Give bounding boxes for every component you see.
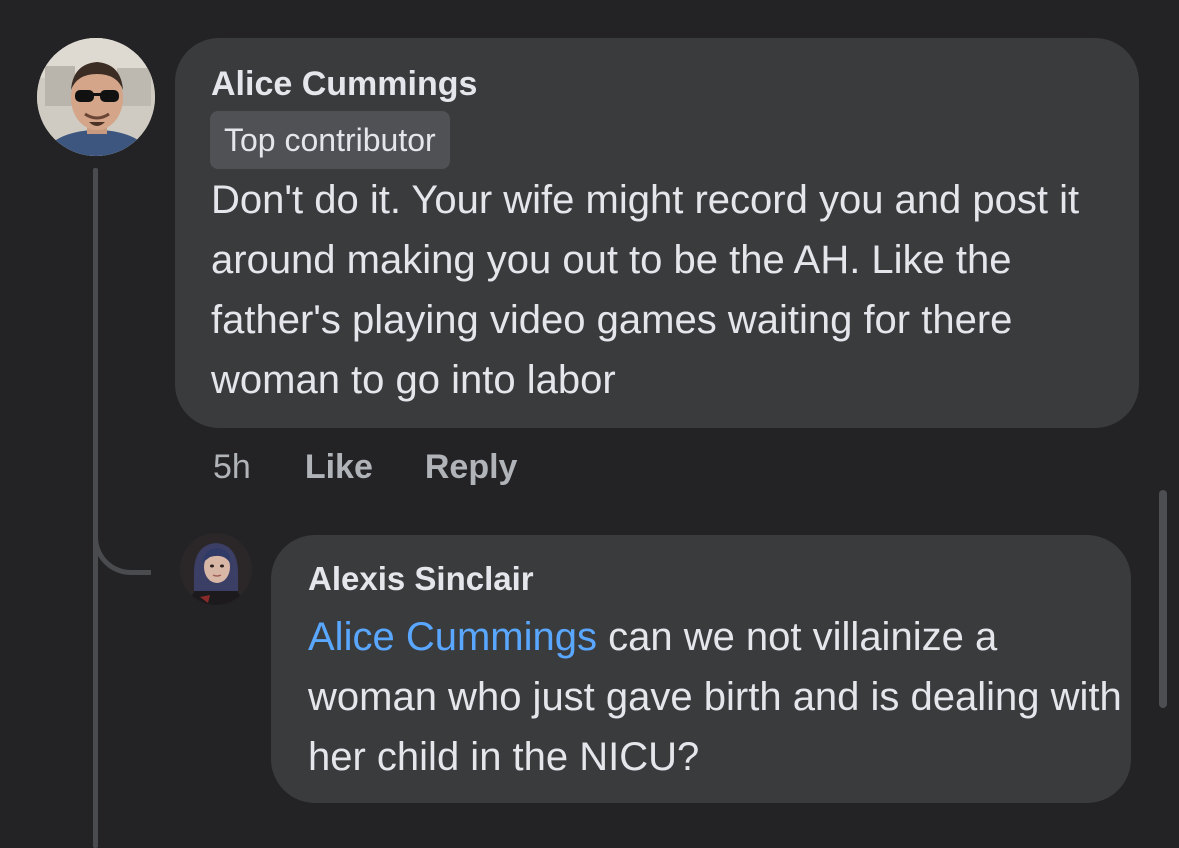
mention-link[interactable]: Alice Cummings [308, 615, 597, 659]
reply-connector [93, 505, 151, 575]
scrollbar[interactable] [1159, 490, 1167, 708]
comment-actions: 5h Like Reply [213, 445, 569, 489]
like-button[interactable]: Like [305, 448, 373, 487]
avatar-alexis-sinclair[interactable] [180, 533, 252, 605]
top-contributor-badge: Top contributor [210, 111, 450, 169]
avatar-image [37, 38, 155, 156]
comment-bubble[interactable]: Alice Cummings Top contributor Don't do … [175, 38, 1139, 428]
avatar-alice-cummings[interactable] [37, 38, 155, 156]
reply-bubble[interactable]: Alexis Sinclair Alice Cummings can we no… [271, 535, 1131, 803]
comment-author[interactable]: Alice Cummings [211, 65, 477, 104]
reply-text-block: Alice Cummings can we not villainize a w… [308, 607, 1123, 787]
comment-text: Don't do it. Your wife might record you … [211, 178, 1080, 402]
reply-button[interactable]: Reply [425, 448, 518, 487]
comment-timestamp[interactable]: 5h [213, 448, 251, 487]
reply-author[interactable]: Alexis Sinclair [308, 560, 534, 598]
avatar-image [180, 533, 252, 605]
